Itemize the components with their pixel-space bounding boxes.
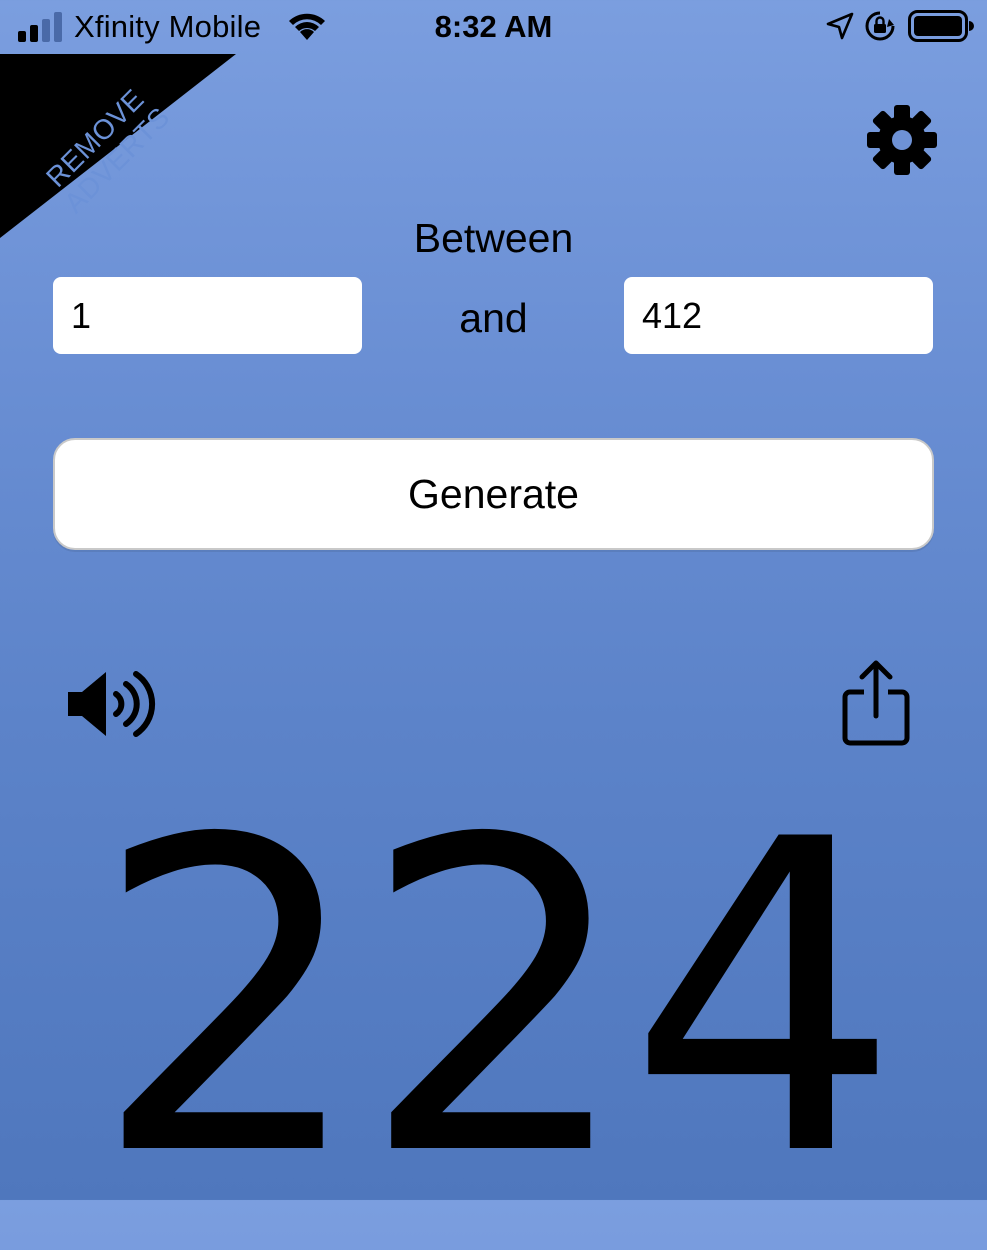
remove-adverts-banner[interactable]: REMOVE ADVERTS bbox=[0, 54, 236, 238]
rotation-lock-icon bbox=[865, 11, 895, 41]
result-number: 224 bbox=[92, 750, 901, 1250]
battery-icon bbox=[908, 10, 974, 42]
gear-icon[interactable] bbox=[866, 104, 938, 176]
location-arrow-icon bbox=[826, 12, 854, 40]
between-label: Between bbox=[413, 215, 574, 261]
status-bar: Xfinity Mobile 8:32 AM bbox=[0, 0, 987, 56]
max-value-input[interactable] bbox=[624, 277, 933, 354]
speaker-icon[interactable] bbox=[66, 668, 156, 740]
share-icon[interactable] bbox=[840, 660, 912, 746]
generate-button[interactable]: Generate bbox=[53, 438, 934, 550]
